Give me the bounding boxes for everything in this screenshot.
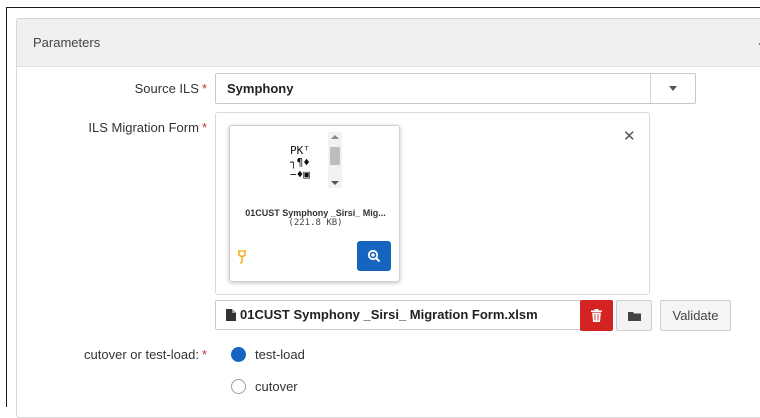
folder-icon — [627, 311, 641, 321]
file-card-size: (221.8 KB) — [288, 218, 343, 228]
close-icon[interactable]: ✕ — [623, 127, 636, 145]
required-marker: * — [201, 120, 207, 135]
dropdown-toggle[interactable] — [650, 74, 695, 103]
zoom-button[interactable] — [357, 241, 391, 271]
chevron-down-icon[interactable]: ⌄ — [756, 35, 760, 49]
trash-icon — [591, 309, 602, 322]
delete-file-button[interactable] — [580, 300, 613, 331]
caret-down-icon — [669, 86, 677, 91]
panel-title: Parameters — [33, 35, 101, 50]
radio-button-unselected[interactable] — [231, 378, 246, 394]
file-path-field[interactable]: 01CUST Symphony _Sirsi_ Migration Form.x… — [215, 300, 582, 330]
radio-button-selected[interactable] — [231, 346, 246, 362]
validate-button[interactable]: Validate — [660, 300, 731, 331]
source-ils-label: Source ILS * — [134, 81, 207, 96]
migration-form-label: ILS Migration Form * — [88, 120, 207, 135]
required-marker: * — [201, 81, 207, 96]
radio-option-test-load[interactable]: test-load — [231, 345, 305, 363]
radio-option-cutover[interactable]: cutover — [231, 377, 298, 395]
file-preview-card[interactable]: PKᵀ ┐¶♦ −♦▣ 01CUST Symphony _Sirsi_ Mig.… — [229, 125, 400, 282]
file-thumbnail: PKᵀ ┐¶♦ −♦▣ — [290, 144, 310, 181]
required-marker: * — [201, 347, 207, 362]
source-ils-select[interactable]: Symphony — [215, 73, 696, 104]
file-path-value: 01CUST Symphony _Sirsi_ Migration Form.x… — [240, 307, 538, 322]
radio-label: cutover — [255, 378, 298, 394]
radio-label: test-load — [255, 346, 305, 362]
load-type-label: cutover or test-load: * — [84, 347, 207, 362]
thumbnail-scrollbar[interactable] — [328, 132, 342, 188]
file-card-name: 01CUST Symphony _Sirsi_ Mig... — [245, 208, 386, 218]
plugin-icon — [238, 250, 246, 264]
browse-file-button[interactable] — [616, 300, 652, 331]
file-icon — [226, 309, 236, 321]
panel-header[interactable]: Parameters — [17, 19, 760, 67]
source-ils-value: Symphony — [227, 81, 294, 96]
zoom-in-icon — [367, 249, 381, 263]
